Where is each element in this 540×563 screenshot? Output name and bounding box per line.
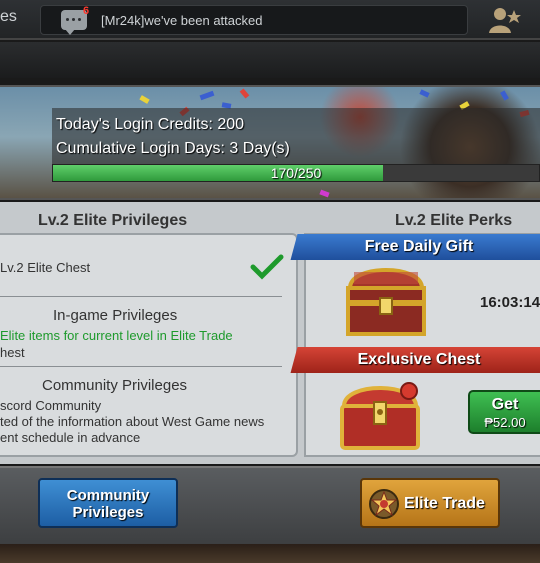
community-privileges-heading: Community Privileges [42, 377, 188, 394]
elite-chest-label: Lv.2 Elite Chest [0, 260, 91, 275]
header-band [0, 42, 540, 78]
chat-message-text: [Mr24k]we've been attacked [101, 13, 263, 28]
bottom-strip [0, 544, 540, 563]
get-button-label: Get [491, 396, 519, 413]
gift-countdown-timer: 16:03:14 [480, 294, 540, 311]
divider [0, 296, 282, 297]
elite-trade-label: Elite Trade [404, 495, 485, 512]
privileges-heading: Lv.2 Elite Privileges [38, 212, 188, 229]
free-gift-chest-icon[interactable] [340, 258, 432, 340]
community-privileges-line3: ent schedule in advance [0, 430, 141, 445]
progress-text: 170/250 [270, 165, 322, 181]
divider [0, 366, 282, 367]
community-privileges-line1: scord Community [0, 398, 102, 413]
ingame-privileges-line1: Elite items for current level in Elite T… [0, 328, 233, 343]
community-button-line1: Community [66, 487, 150, 504]
login-progress-bar: 170/250 [52, 164, 540, 182]
notification-dot-icon [400, 382, 418, 400]
login-info-panel: Today's Login Credits: 200 Cumulative Lo… [52, 108, 540, 164]
community-button-line2: Privileges [72, 504, 144, 521]
tab-label-fragment[interactable]: es [0, 8, 17, 26]
get-exclusive-chest-button[interactable]: Get ₱52.00 [468, 390, 540, 434]
ingame-privileges-line2: hest [0, 345, 25, 360]
chat-message-box[interactable]: 6 [Mr24k]we've been attacked [40, 5, 468, 35]
login-credits-text: Today's Login Credits: 200 [56, 116, 245, 133]
chat-unread-badge: 6 [83, 5, 90, 17]
get-button-price: ₱52.00 [484, 415, 526, 430]
community-privileges-button[interactable]: Community Privileges [38, 478, 178, 528]
exclusive-chest-ribbon: Exclusive Chest [298, 347, 540, 373]
ingame-privileges-heading: In-game Privileges [53, 307, 178, 324]
perks-heading: Lv.2 Elite Perks [395, 212, 513, 229]
elite-trade-button[interactable]: Elite Trade [360, 478, 500, 528]
login-days-text: Cumulative Login Days: 3 Day(s) [56, 140, 290, 157]
community-privileges-line2: ted of the information about West Game n… [0, 414, 265, 429]
check-icon [250, 254, 284, 280]
top-chat-bar: es 6 [Mr24k]we've been attacked [0, 0, 540, 40]
free-daily-gift-ribbon: Free Daily Gift [298, 234, 540, 260]
sheriff-badge-icon [369, 489, 399, 519]
user-profile-icon[interactable] [488, 6, 522, 34]
